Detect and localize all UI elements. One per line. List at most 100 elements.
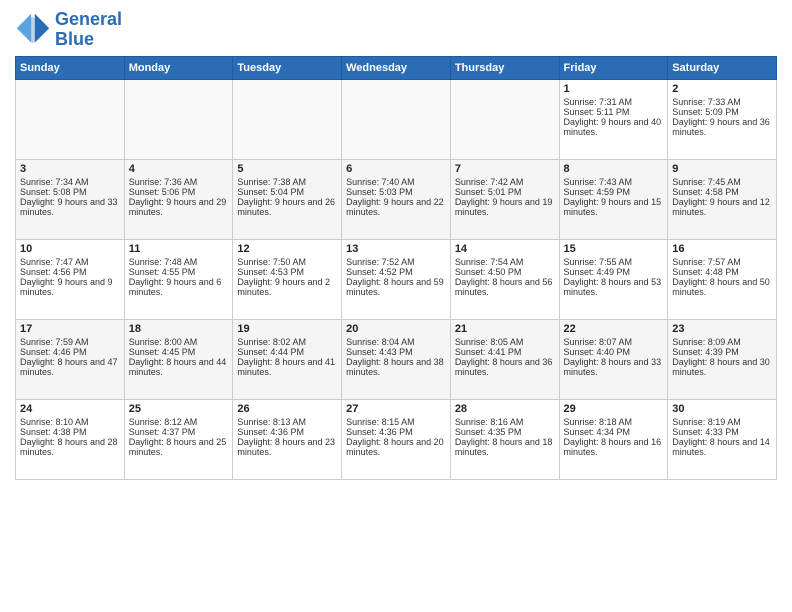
- sunset-text: Sunset: 4:45 PM: [129, 347, 196, 357]
- sunrise-text: Sunrise: 7:55 AM: [564, 257, 633, 267]
- sunset-text: Sunset: 4:44 PM: [237, 347, 304, 357]
- sunrise-text: Sunrise: 7:40 AM: [346, 177, 415, 187]
- daylight-text: Daylight: 8 hours and 16 minutes.: [564, 437, 662, 457]
- sunrise-text: Sunrise: 7:38 AM: [237, 177, 306, 187]
- day-number: 15: [564, 243, 664, 255]
- sunrise-text: Sunrise: 7:31 AM: [564, 97, 633, 107]
- daylight-text: Daylight: 8 hours and 38 minutes.: [346, 357, 444, 377]
- daylight-text: Daylight: 8 hours and 33 minutes.: [564, 357, 662, 377]
- sunset-text: Sunset: 4:40 PM: [564, 347, 631, 357]
- sunset-text: Sunset: 4:52 PM: [346, 267, 413, 277]
- calendar-header-row: SundayMondayTuesdayWednesdayThursdayFrid…: [16, 56, 777, 79]
- calendar-cell: 24Sunrise: 8:10 AMSunset: 4:38 PMDayligh…: [16, 399, 125, 479]
- day-number: 23: [672, 323, 772, 335]
- calendar-cell: 6Sunrise: 7:40 AMSunset: 5:03 PMDaylight…: [342, 159, 451, 239]
- daylight-text: Daylight: 8 hours and 25 minutes.: [129, 437, 227, 457]
- calendar-cell: 23Sunrise: 8:09 AMSunset: 4:39 PMDayligh…: [668, 319, 777, 399]
- calendar-cell: 18Sunrise: 8:00 AMSunset: 4:45 PMDayligh…: [124, 319, 233, 399]
- day-number: 28: [455, 403, 555, 415]
- calendar-cell: 3Sunrise: 7:34 AMSunset: 5:08 PMDaylight…: [16, 159, 125, 239]
- sunset-text: Sunset: 4:39 PM: [672, 347, 739, 357]
- day-number: 27: [346, 403, 446, 415]
- sunrise-text: Sunrise: 8:15 AM: [346, 417, 415, 427]
- sunrise-text: Sunrise: 7:50 AM: [237, 257, 306, 267]
- logo-text: GeneralBlue: [55, 10, 122, 50]
- day-number: 8: [564, 163, 664, 175]
- day-number: 10: [20, 243, 120, 255]
- calendar-cell: 15Sunrise: 7:55 AMSunset: 4:49 PMDayligh…: [559, 239, 668, 319]
- logo: GeneralBlue: [15, 10, 122, 50]
- calendar-cell: 27Sunrise: 8:15 AMSunset: 4:36 PMDayligh…: [342, 399, 451, 479]
- calendar-cell: 30Sunrise: 8:19 AMSunset: 4:33 PMDayligh…: [668, 399, 777, 479]
- calendar-cell: 26Sunrise: 8:13 AMSunset: 4:36 PMDayligh…: [233, 399, 342, 479]
- day-number: 9: [672, 163, 772, 175]
- sunrise-text: Sunrise: 8:00 AM: [129, 337, 198, 347]
- calendar-cell: 4Sunrise: 7:36 AMSunset: 5:06 PMDaylight…: [124, 159, 233, 239]
- logo-icon: [15, 12, 51, 48]
- sunset-text: Sunset: 4:55 PM: [129, 267, 196, 277]
- day-number: 19: [237, 323, 337, 335]
- calendar-week-3: 10Sunrise: 7:47 AMSunset: 4:56 PMDayligh…: [16, 239, 777, 319]
- daylight-text: Daylight: 8 hours and 56 minutes.: [455, 277, 553, 297]
- day-number: 14: [455, 243, 555, 255]
- daylight-text: Daylight: 8 hours and 14 minutes.: [672, 437, 770, 457]
- daylight-text: Daylight: 9 hours and 12 minutes.: [672, 197, 770, 217]
- sunrise-text: Sunrise: 8:05 AM: [455, 337, 524, 347]
- day-number: 1: [564, 83, 664, 95]
- sunset-text: Sunset: 4:48 PM: [672, 267, 739, 277]
- day-number: 12: [237, 243, 337, 255]
- calendar-table: SundayMondayTuesdayWednesdayThursdayFrid…: [15, 56, 777, 480]
- sunrise-text: Sunrise: 7:48 AM: [129, 257, 198, 267]
- daylight-text: Daylight: 9 hours and 22 minutes.: [346, 197, 444, 217]
- sunset-text: Sunset: 4:41 PM: [455, 347, 522, 357]
- sunrise-text: Sunrise: 7:34 AM: [20, 177, 89, 187]
- calendar-cell: 11Sunrise: 7:48 AMSunset: 4:55 PMDayligh…: [124, 239, 233, 319]
- day-number: 25: [129, 403, 229, 415]
- sunrise-text: Sunrise: 8:16 AM: [455, 417, 524, 427]
- calendar-cell: 12Sunrise: 7:50 AMSunset: 4:53 PMDayligh…: [233, 239, 342, 319]
- sunset-text: Sunset: 4:59 PM: [564, 187, 631, 197]
- sunrise-text: Sunrise: 8:19 AM: [672, 417, 741, 427]
- daylight-text: Daylight: 9 hours and 33 minutes.: [20, 197, 118, 217]
- calendar-week-4: 17Sunrise: 7:59 AMSunset: 4:46 PMDayligh…: [16, 319, 777, 399]
- day-number: 29: [564, 403, 664, 415]
- daylight-text: Daylight: 8 hours and 28 minutes.: [20, 437, 118, 457]
- daylight-text: Daylight: 8 hours and 36 minutes.: [455, 357, 553, 377]
- sunrise-text: Sunrise: 7:52 AM: [346, 257, 415, 267]
- calendar-cell: 13Sunrise: 7:52 AMSunset: 4:52 PMDayligh…: [342, 239, 451, 319]
- calendar-cell: 14Sunrise: 7:54 AMSunset: 4:50 PMDayligh…: [450, 239, 559, 319]
- sunrise-text: Sunrise: 8:18 AM: [564, 417, 633, 427]
- day-number: 5: [237, 163, 337, 175]
- daylight-text: Daylight: 8 hours and 47 minutes.: [20, 357, 118, 377]
- calendar-cell: 17Sunrise: 7:59 AMSunset: 4:46 PMDayligh…: [16, 319, 125, 399]
- day-number: 20: [346, 323, 446, 335]
- calendar-week-1: 1Sunrise: 7:31 AMSunset: 5:11 PMDaylight…: [16, 79, 777, 159]
- daylight-text: Daylight: 9 hours and 15 minutes.: [564, 197, 662, 217]
- sunrise-text: Sunrise: 7:42 AM: [455, 177, 524, 187]
- daylight-text: Daylight: 8 hours and 59 minutes.: [346, 277, 444, 297]
- header-cell-wednesday: Wednesday: [342, 56, 451, 79]
- day-number: 4: [129, 163, 229, 175]
- sunset-text: Sunset: 4:37 PM: [129, 427, 196, 437]
- sunset-text: Sunset: 5:04 PM: [237, 187, 304, 197]
- calendar-week-5: 24Sunrise: 8:10 AMSunset: 4:38 PMDayligh…: [16, 399, 777, 479]
- daylight-text: Daylight: 9 hours and 19 minutes.: [455, 197, 553, 217]
- daylight-text: Daylight: 8 hours and 30 minutes.: [672, 357, 770, 377]
- header-cell-saturday: Saturday: [668, 56, 777, 79]
- calendar-cell: 20Sunrise: 8:04 AMSunset: 4:43 PMDayligh…: [342, 319, 451, 399]
- sunset-text: Sunset: 4:36 PM: [346, 427, 413, 437]
- calendar-cell: 10Sunrise: 7:47 AMSunset: 4:56 PMDayligh…: [16, 239, 125, 319]
- header-cell-thursday: Thursday: [450, 56, 559, 79]
- calendar-cell: 22Sunrise: 8:07 AMSunset: 4:40 PMDayligh…: [559, 319, 668, 399]
- sunset-text: Sunset: 5:09 PM: [672, 107, 739, 117]
- calendar-cell: [124, 79, 233, 159]
- daylight-text: Daylight: 8 hours and 23 minutes.: [237, 437, 335, 457]
- sunrise-text: Sunrise: 7:57 AM: [672, 257, 741, 267]
- daylight-text: Daylight: 9 hours and 26 minutes.: [237, 197, 335, 217]
- calendar-cell: 1Sunrise: 7:31 AMSunset: 5:11 PMDaylight…: [559, 79, 668, 159]
- sunset-text: Sunset: 5:08 PM: [20, 187, 87, 197]
- sunset-text: Sunset: 4:43 PM: [346, 347, 413, 357]
- sunset-text: Sunset: 4:58 PM: [672, 187, 739, 197]
- header-cell-monday: Monday: [124, 56, 233, 79]
- sunrise-text: Sunrise: 7:36 AM: [129, 177, 198, 187]
